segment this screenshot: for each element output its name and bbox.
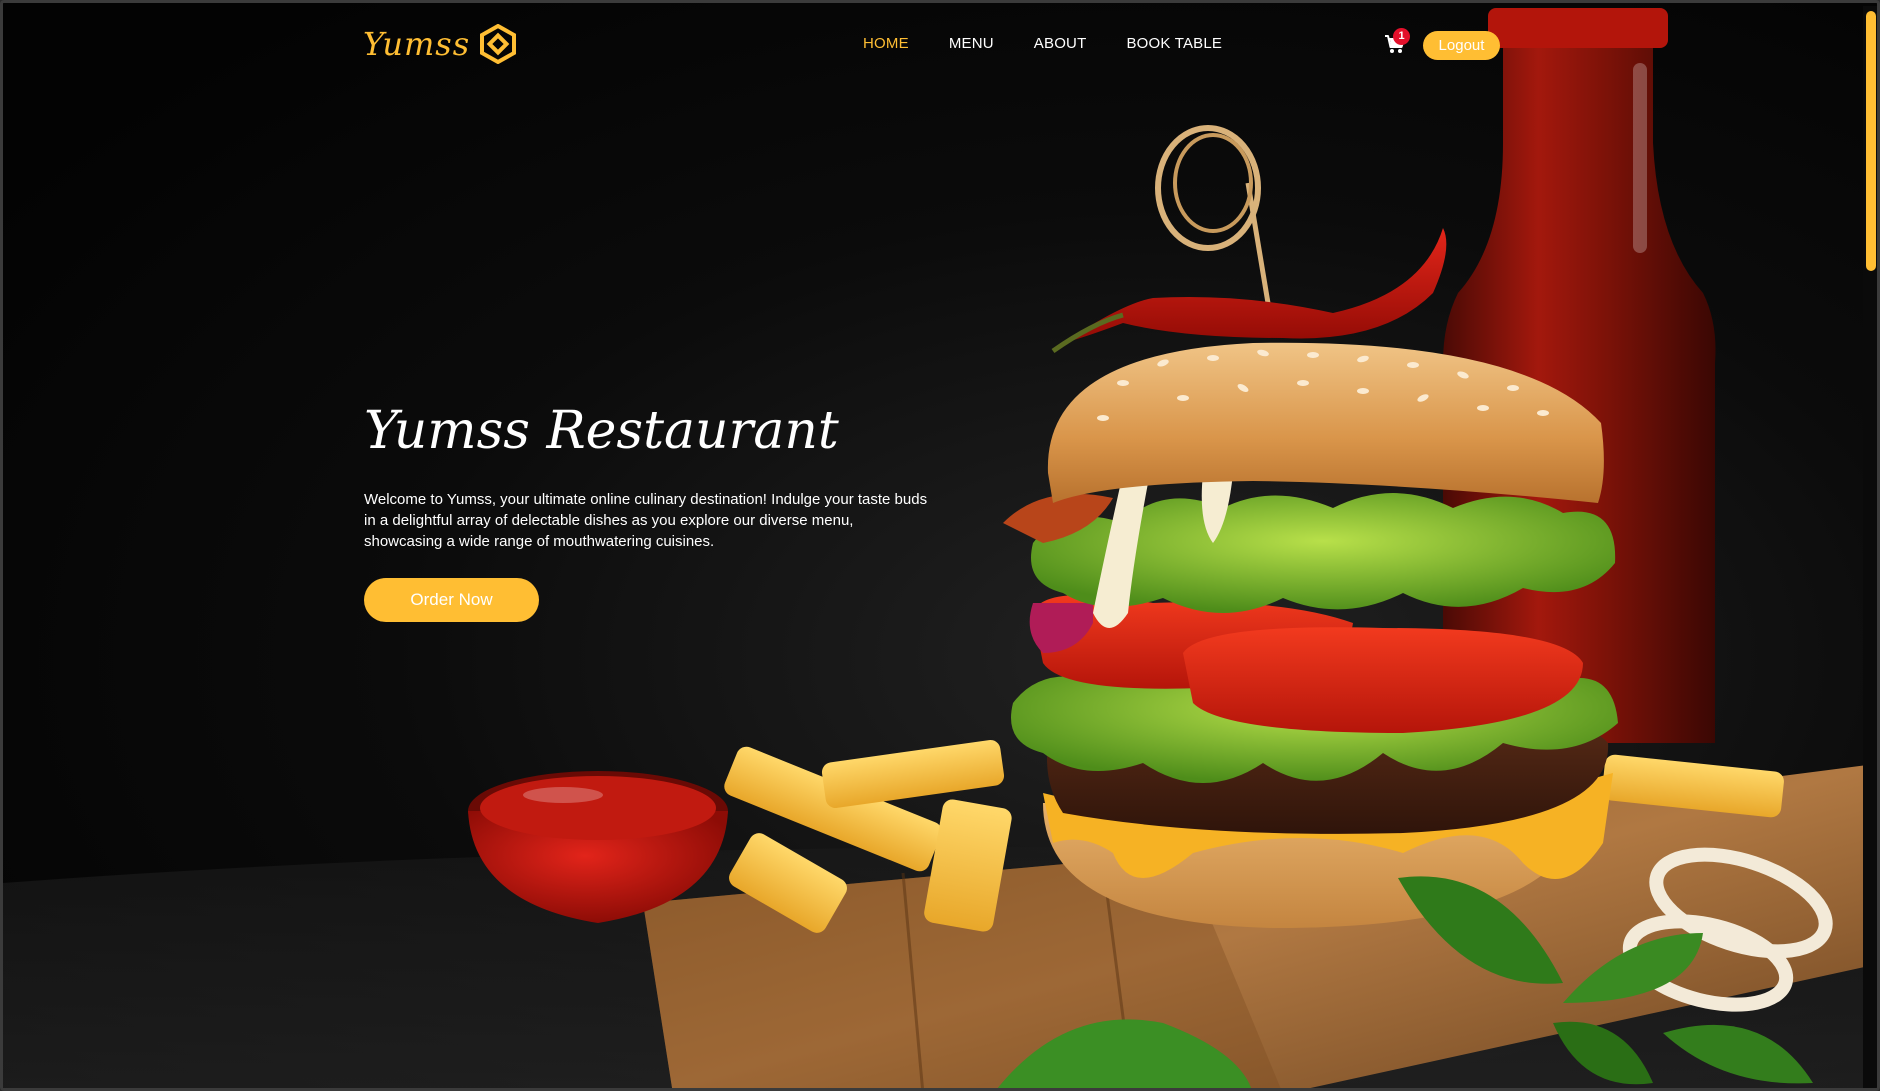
hexagon-swirl-icon xyxy=(480,24,517,64)
nav-item-menu[interactable]: MENU xyxy=(949,35,994,52)
scrollbar-thumb[interactable] xyxy=(1866,11,1876,271)
nav-item-about[interactable]: ABOUT xyxy=(1034,35,1087,52)
logout-button[interactable]: Logout xyxy=(1423,31,1500,60)
brand-logo[interactable]: Yumss xyxy=(363,21,518,67)
main-nav: HOME MENU ABOUT BOOK TABLE xyxy=(863,35,1222,52)
top-navbar: Yumss HOME MENU ABOUT BOOK TABLE 1 Logou… xyxy=(3,3,1863,89)
browser-viewport: Yumss HOME MENU ABOUT BOOK TABLE 1 Logou… xyxy=(0,0,1880,1091)
cart-count-badge: 1 xyxy=(1393,28,1410,45)
nav-item-home[interactable]: HOME xyxy=(863,35,909,52)
hero-background-image xyxy=(3,3,1877,1088)
hero-description: Welcome to Yumss, your ultimate online c… xyxy=(364,491,928,550)
brand-name: Yumss xyxy=(363,25,471,63)
nav-item-book-table[interactable]: BOOK TABLE xyxy=(1126,35,1222,52)
hero-title: Yumss Restaurant xyxy=(364,401,839,461)
order-now-button[interactable]: Order Now xyxy=(364,578,539,622)
